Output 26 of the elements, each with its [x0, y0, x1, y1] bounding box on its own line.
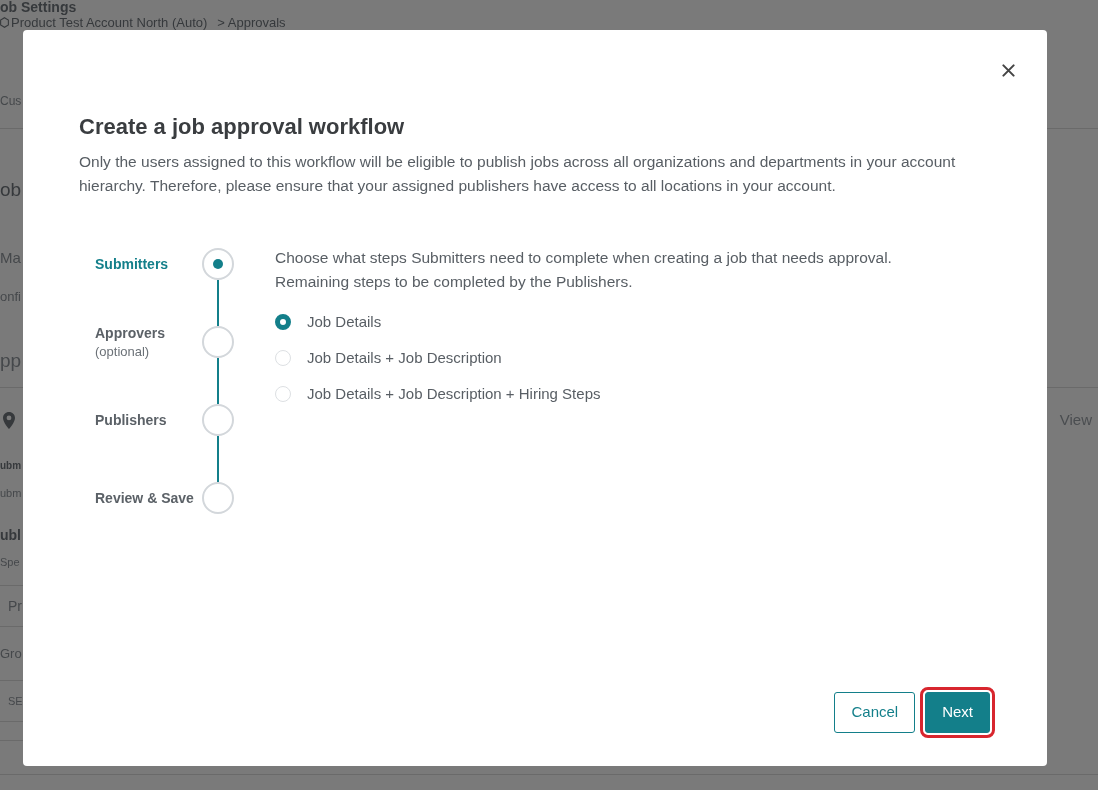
close-icon — [1001, 63, 1015, 77]
step-connector — [217, 358, 219, 404]
dialog-description: Only the users assigned to this workflow will be eligible to publish jobs across all organizations and departments in your account hierarchy. Therefore, please ensure that your assigned publishers have access to all locations in your account. — [79, 152, 957, 196]
page-title: ob Settings — [0, 0, 77, 15]
step-label: Approvers — [95, 324, 166, 343]
step-note: (optional) — [95, 343, 150, 361]
prompt-text: Choose what steps Submitters need to complete when creating a job that needs approval. — [275, 248, 892, 268]
map-pin-icon — [3, 411, 15, 429]
step-connector — [217, 436, 219, 482]
step-label: Review & Save — [95, 489, 194, 508]
hexagon-icon — [0, 17, 9, 28]
dialog-title: Create a job approval workflow — [79, 113, 406, 141]
breadcrumb-link[interactable]: Product Test Account North (Auto) — [11, 15, 208, 30]
step-label: Submitters — [95, 255, 169, 274]
page-heading: ob — [0, 179, 22, 200]
radio-option[interactable]: Job Details + Job Description — [275, 346, 502, 370]
breadcrumb-current: > Approvals — [217, 15, 286, 30]
prompt-text: Remaining steps to be completed by the Publishers. — [275, 272, 634, 292]
row-heading: ubm — [0, 460, 22, 471]
radio-option[interactable]: Job Details + Job Description + Hiring Steps — [275, 382, 601, 406]
row-heading: ubl — [0, 527, 21, 543]
radio-option[interactable]: Job Details — [275, 310, 382, 334]
radio-icon[interactable] — [275, 314, 291, 330]
step-label: Publishers — [95, 411, 167, 430]
cancel-button[interactable]: Cancel — [834, 692, 916, 733]
step-connector — [217, 280, 219, 326]
